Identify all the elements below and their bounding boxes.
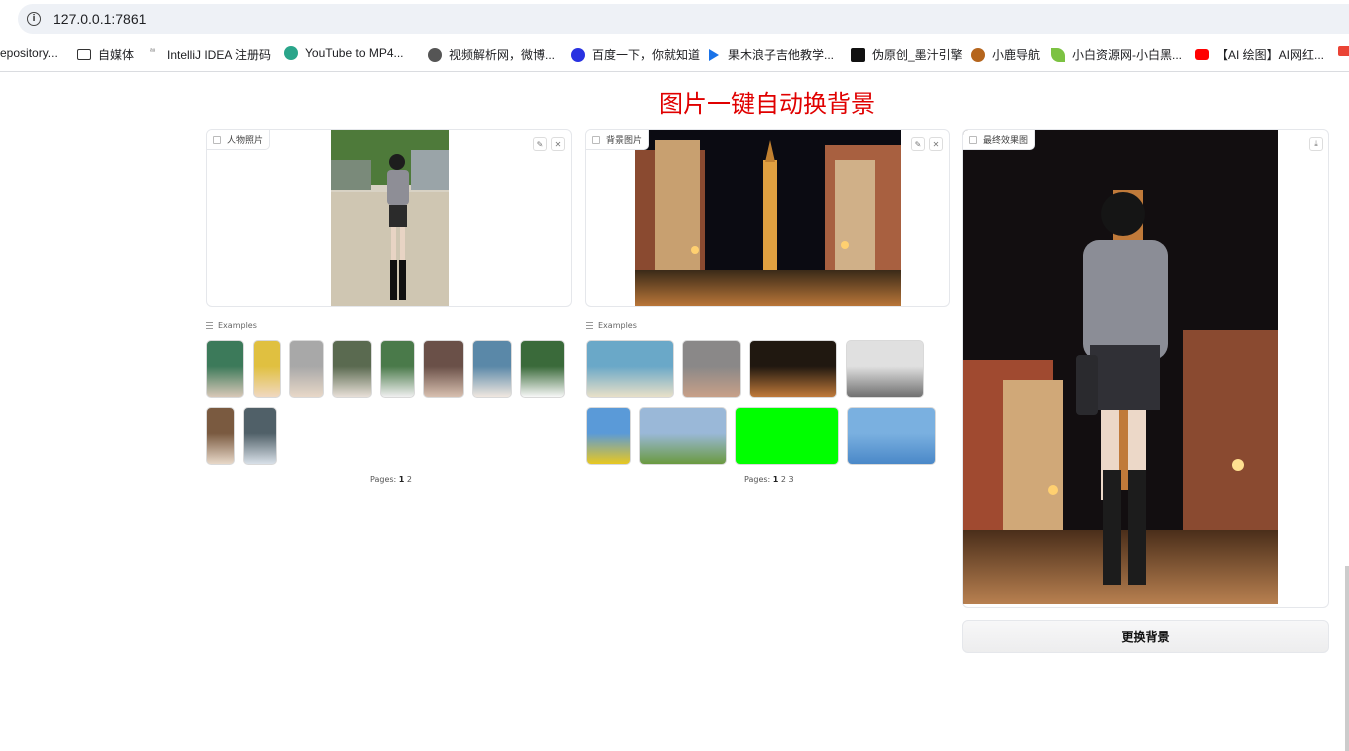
browser-address-bar: i 127.0.0.1:7861 xyxy=(0,0,1349,38)
youtube-mp4-icon xyxy=(284,46,298,60)
bookmark-4[interactable]: 视频解析网，微博... xyxy=(428,46,555,63)
person-panel-label-text: 人物照片 xyxy=(227,136,264,146)
examples-heading-text: Examples xyxy=(598,321,637,330)
download-icon[interactable]: ⤓ xyxy=(1309,137,1323,151)
image-icon xyxy=(969,135,977,144)
person-photo xyxy=(331,130,449,306)
bookmarks-bar: epository... 自媒体 ᵃᵘ IntelliJ IDEA 注册码 You… xyxy=(0,38,1349,72)
youtube-icon xyxy=(1195,49,1209,60)
deer-icon xyxy=(971,47,985,62)
arrow-icon xyxy=(709,48,719,61)
background-panel-label: 背景图片 xyxy=(586,130,650,150)
background-photo xyxy=(635,130,901,306)
result-image-panel: 最终效果图 ⤓ xyxy=(962,129,1329,608)
bookmark-9[interactable]: 小白资源网-小白黑... xyxy=(1051,46,1182,63)
pages-label: Pages: xyxy=(370,475,397,484)
result-photo xyxy=(963,130,1278,604)
bookmark-label: epository... xyxy=(0,46,58,60)
person-image-panel[interactable]: 人物照片 ✎ ✕ xyxy=(206,129,572,307)
bookmark-2[interactable]: ᵃᵘ IntelliJ IDEA 注册码 xyxy=(150,46,271,63)
bookmark-10[interactable]: 【AI 绘图】AI网红... xyxy=(1195,46,1324,63)
background-example-thumb[interactable] xyxy=(682,340,741,398)
image-icon xyxy=(213,135,221,144)
globe-icon xyxy=(428,47,442,62)
pencil-icon[interactable]: ✎ xyxy=(911,137,925,151)
background-example-thumb[interactable] xyxy=(586,340,674,398)
bookmark-3[interactable]: YouTube to MP4... xyxy=(284,46,404,60)
leaf-icon xyxy=(1051,47,1065,62)
page-title: 图片一键自动换背景 xyxy=(659,90,875,118)
pages-label: Pages: xyxy=(744,475,771,484)
bookmark-1[interactable]: 自媒体 xyxy=(77,46,134,63)
gmail-icon xyxy=(1338,46,1349,56)
site-info-icon[interactable]: i xyxy=(27,12,41,26)
background-example-thumb[interactable] xyxy=(847,407,936,465)
background-example-thumb[interactable] xyxy=(749,340,837,398)
person-example-thumb[interactable] xyxy=(520,340,565,398)
bookmark-label: 百度一下，你就知道 xyxy=(592,48,701,62)
background-panel-label-text: 背景图片 xyxy=(606,136,643,146)
page-link-3[interactable]: 3 xyxy=(789,475,794,484)
close-icon[interactable]: ✕ xyxy=(929,137,943,151)
pencil-icon[interactable]: ✎ xyxy=(533,137,547,151)
person-example-thumb[interactable] xyxy=(423,340,464,398)
bookmark-0[interactable]: epository... xyxy=(0,46,58,60)
folder-icon xyxy=(77,49,91,60)
examples-heading-text: Examples xyxy=(218,321,257,330)
moz-icon xyxy=(851,47,865,62)
baidu-icon xyxy=(571,47,585,62)
bookmark-6[interactable]: 果木浪子吉他教学... xyxy=(709,46,834,63)
intellij-icon: ᵃᵘ xyxy=(150,47,156,55)
background-examples-heading: Examples xyxy=(586,321,637,330)
image-icon xyxy=(592,135,600,144)
change-background-button[interactable]: 更换背景 xyxy=(962,620,1329,653)
background-example-thumb[interactable] xyxy=(639,407,727,465)
bookmark-8[interactable]: 小鹿导航 xyxy=(971,46,1040,63)
person-example-thumb[interactable] xyxy=(289,340,324,398)
gmail-bookmark[interactable] xyxy=(1338,46,1349,56)
person-example-thumb[interactable] xyxy=(206,407,235,465)
bookmark-label: 自媒体 xyxy=(98,48,135,62)
bookmark-label: 【AI 绘图】AI网红... xyxy=(1216,48,1325,62)
person-example-thumb[interactable] xyxy=(206,340,244,398)
person-example-thumb[interactable] xyxy=(332,340,372,398)
bookmark-7[interactable]: 伪原创_墨汁引擎 xyxy=(851,46,963,63)
result-panel-label-text: 最终效果图 xyxy=(983,136,1029,146)
bookmark-label: IntelliJ IDEA 注册码 xyxy=(167,48,272,62)
bookmark-label: YouTube to MP4... xyxy=(305,46,404,60)
background-example-thumb[interactable] xyxy=(586,407,631,465)
list-icon xyxy=(206,322,213,329)
page-link-1[interactable]: 1 xyxy=(773,475,779,484)
background-image-panel[interactable]: 背景图片 ✎ ✕ xyxy=(585,129,950,307)
background-example-thumb[interactable] xyxy=(735,407,839,465)
background-examples-pagination: Pages: 1 2 3 xyxy=(744,475,794,484)
person-example-thumb[interactable] xyxy=(472,340,512,398)
result-panel-label: 最终效果图 xyxy=(963,130,1036,150)
url-field[interactable]: i 127.0.0.1:7861 xyxy=(18,4,1349,34)
bookmark-label: 小白资源网-小白黑... xyxy=(1072,48,1182,62)
bookmark-label: 小鹿导航 xyxy=(992,48,1041,62)
person-examples-heading: Examples xyxy=(206,321,257,330)
url-text[interactable]: 127.0.0.1:7861 xyxy=(53,11,146,27)
list-icon xyxy=(586,322,593,329)
close-icon[interactable]: ✕ xyxy=(551,137,565,151)
bookmark-label: 伪原创_墨汁引擎 xyxy=(872,48,963,62)
background-example-thumb[interactable] xyxy=(846,340,924,398)
bookmark-5[interactable]: 百度一下，你就知道 xyxy=(571,46,700,63)
person-example-thumb[interactable] xyxy=(243,407,277,465)
page-link-2[interactable]: 2 xyxy=(407,475,412,484)
bookmark-label: 果木浪子吉他教学... xyxy=(728,48,835,62)
person-example-thumb[interactable] xyxy=(253,340,281,398)
scrollbar[interactable] xyxy=(1345,566,1349,751)
bookmark-label: 视频解析网，微博... xyxy=(449,48,556,62)
person-panel-label: 人物照片 xyxy=(207,130,271,150)
page-link-2[interactable]: 2 xyxy=(781,475,786,484)
person-examples-pagination: Pages: 1 2 xyxy=(370,475,412,484)
person-example-thumb[interactable] xyxy=(380,340,415,398)
page-link-1[interactable]: 1 xyxy=(399,475,405,484)
